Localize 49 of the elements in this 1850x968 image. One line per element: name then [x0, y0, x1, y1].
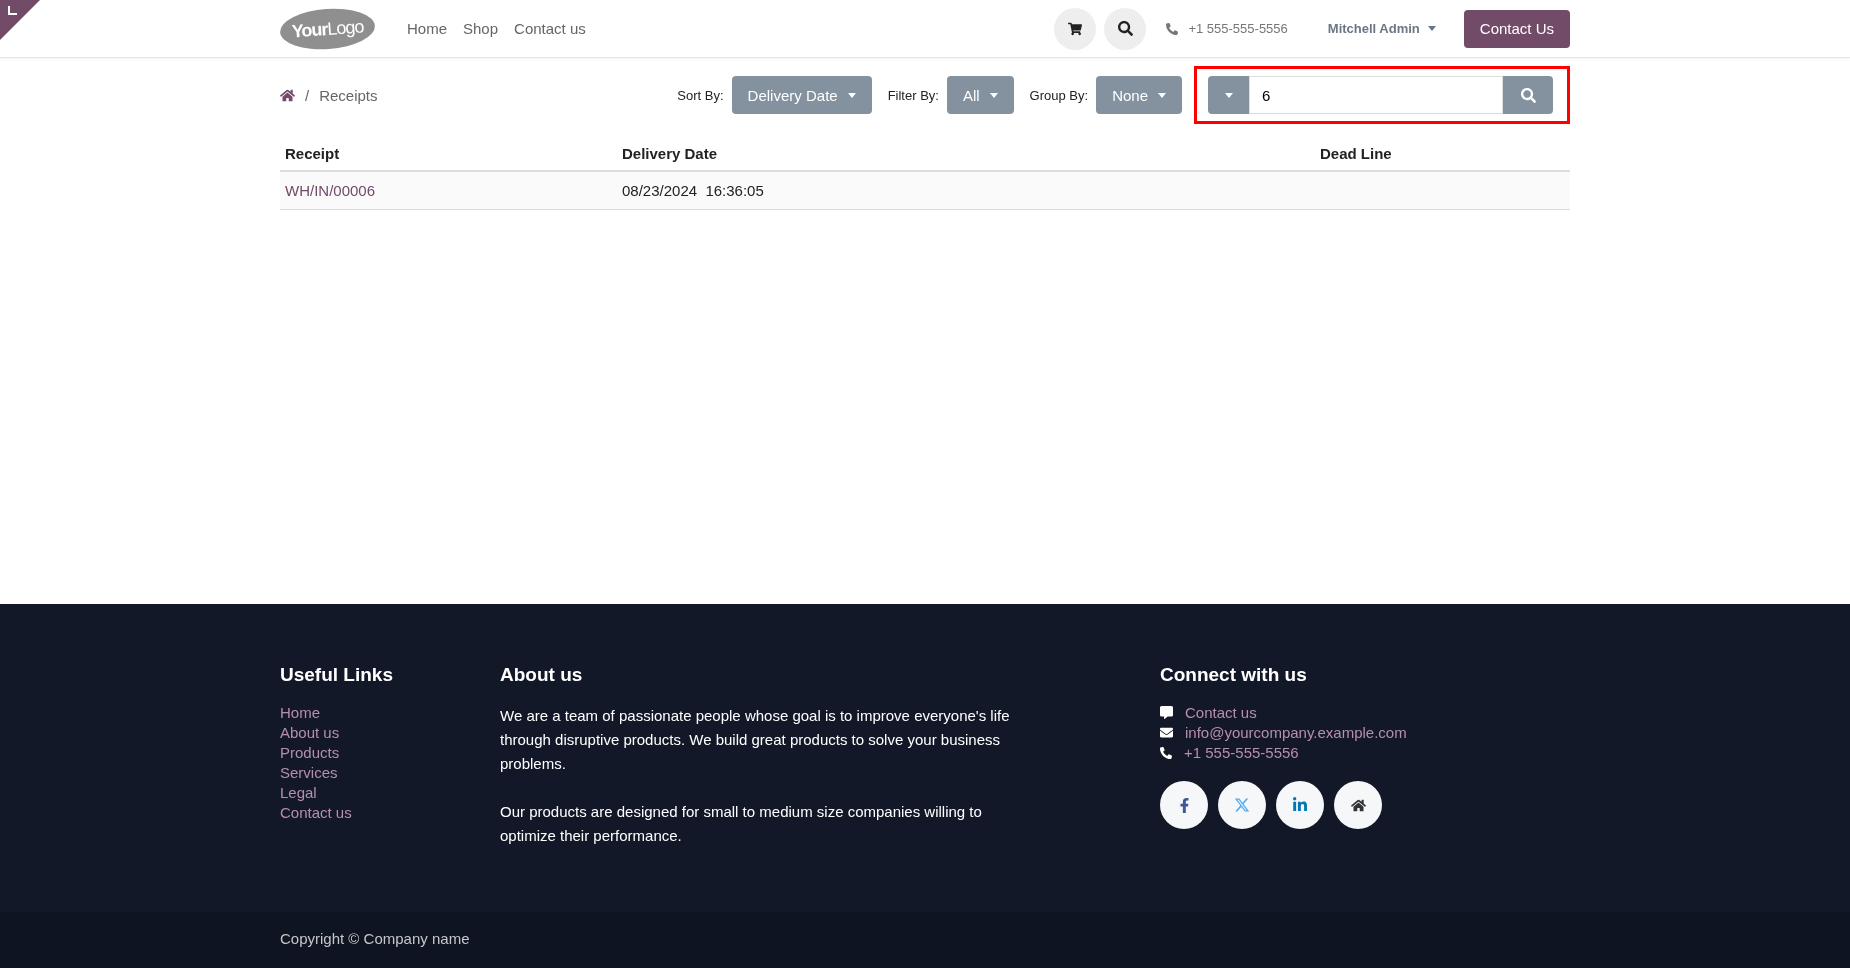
search-field[interactable]: 6	[1249, 76, 1503, 114]
about-paragraph: We are a team of passionate people whose goal is to improve everyone's life through disruptive products. We build great products to solve your business problems.	[500, 706, 1011, 774]
receipt-link[interactable]: WH/IN/00006	[285, 182, 376, 199]
dropdown-button[interactable]: Delivery Date	[731, 76, 872, 114]
table-cell: 08/23/2024 16:36:05	[617, 171, 1315, 210]
home-icon	[1350, 797, 1366, 813]
linkedin-icon	[1292, 797, 1308, 813]
control-label: Sort By:	[677, 87, 724, 103]
dropdown-button[interactable]: None	[1096, 76, 1182, 114]
breadcrumb-separator: /	[305, 86, 310, 104]
home-icon[interactable]	[280, 87, 295, 103]
footer-heading: Connect with us	[1160, 664, 1308, 686]
copyright-text: Copyright © Company name	[280, 930, 470, 947]
envelope-icon	[1160, 726, 1173, 739]
search-icon	[1520, 87, 1536, 103]
footer-heading: Useful Links	[280, 664, 394, 686]
control-label: Filter By:	[887, 87, 939, 103]
footer-link[interactable]: Contact us	[280, 804, 500, 821]
corner-tab[interactable]	[0, 0, 40, 40]
dropdown-button[interactable]: All	[946, 76, 1014, 114]
cart-icon	[1068, 21, 1083, 36]
phone-icon	[1166, 22, 1179, 35]
footer-link[interactable]: Legal	[280, 784, 500, 801]
breadcrumb-current: Receipts	[319, 86, 378, 104]
footer-link[interactable]: About us	[280, 724, 500, 741]
footer-heading: About us	[500, 664, 584, 686]
control-label: Group By:	[1029, 87, 1089, 103]
corner-icon	[8, 6, 17, 15]
chat-icon	[1160, 706, 1173, 719]
contact-link[interactable]: +1 555-555-5556	[1184, 744, 1299, 761]
social-button[interactable]	[1276, 781, 1324, 829]
footer-link[interactable]: Home	[280, 704, 500, 721]
footer-link[interactable]: Products	[280, 744, 500, 761]
nav-link[interactable]: Shop	[463, 20, 499, 37]
social-button[interactable]	[1160, 781, 1208, 829]
nav-link[interactable]: Home	[407, 20, 447, 37]
about-paragraph: Our products are designed for small to medium size companies willing to optimize their performance.	[500, 802, 983, 846]
phone-icon	[1160, 746, 1172, 759]
phone-number[interactable]: +1 555-555-5556	[1188, 21, 1288, 36]
social-button[interactable]	[1334, 781, 1382, 829]
nav-link[interactable]: Contact us	[514, 20, 586, 37]
search-icon	[1117, 21, 1133, 36]
user-menu[interactable]: Mitchell Admin	[1321, 20, 1442, 37]
social-button[interactable]	[1218, 781, 1266, 829]
contact-link[interactable]: Contact us	[1185, 704, 1257, 721]
footer-link[interactable]: Services	[280, 764, 500, 781]
contact-us-button[interactable]: Contact Us	[1463, 9, 1570, 48]
x-icon	[1234, 797, 1250, 813]
contact-link[interactable]: info@yourcompany.example.com	[1185, 724, 1407, 741]
